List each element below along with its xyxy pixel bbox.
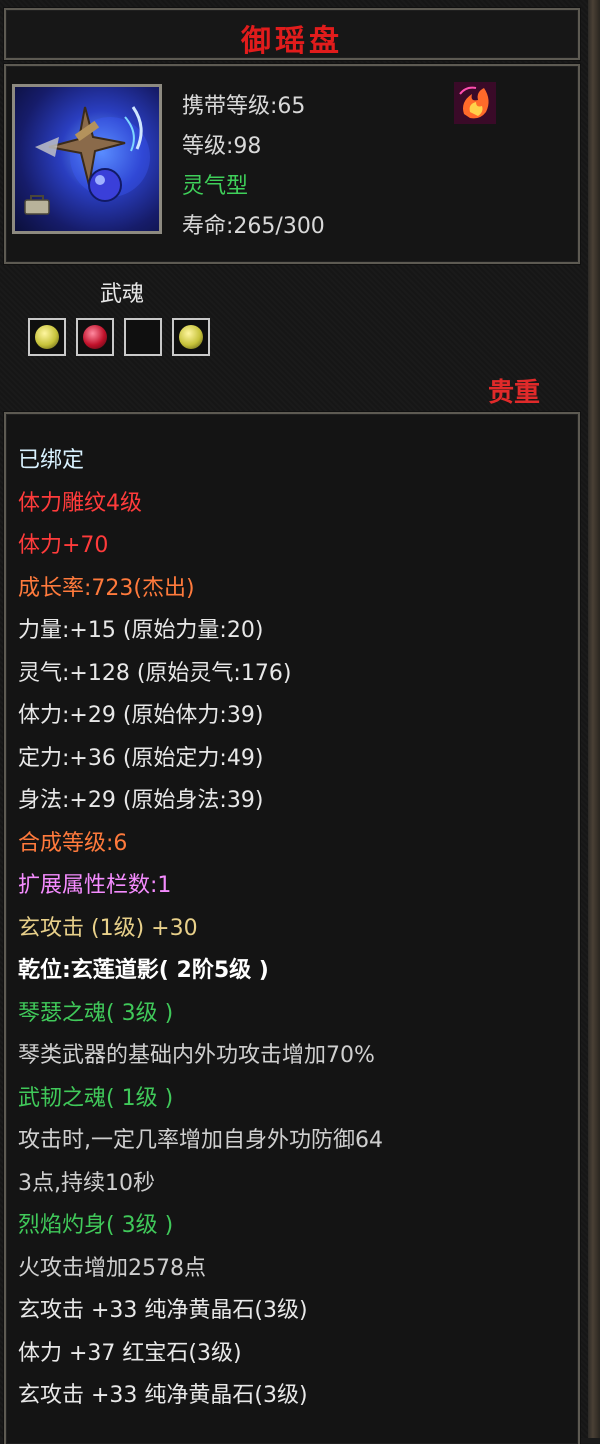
gem-slot-3[interactable]	[124, 318, 162, 356]
rarity-label: 贵重	[487, 378, 540, 408]
attribute-line: 扩展属性栏数:1	[18, 873, 172, 898]
attribute-line: 烈焰灼身( 3级 )	[18, 1213, 174, 1238]
red-gem-icon	[83, 325, 107, 349]
gem-slot-2[interactable]	[76, 318, 114, 356]
item-name: 御瑶盘	[241, 24, 343, 59]
attribute-line: 玄攻击 (1级) +30	[18, 915, 198, 941]
attribute-line: 体力雕纹4级	[18, 490, 142, 516]
attribute-line: 力量:+15 (原始力量:20)	[18, 618, 264, 643]
attribute-line: 体力:+29 (原始体力:39)	[18, 703, 264, 728]
soul-label: 武魂	[100, 282, 145, 307]
attribute-line: 身法:+29 (原始身法:39)	[18, 788, 264, 813]
attribute-line: 琴瑟之魂( 3级 )	[18, 1000, 174, 1026]
item-type: 灵气型	[182, 174, 249, 199]
attribute-line: 合成等级:6	[18, 830, 128, 856]
bound-lock-icon	[24, 195, 50, 215]
attribute-line: 3点,持续10秒	[18, 1170, 155, 1196]
attribute-line: 武韧之魂( 1级 )	[18, 1085, 174, 1111]
attribute-line: 攻击时,一定几率增加自身外功防御64	[18, 1128, 383, 1153]
attribute-line: 定力:+36 (原始定力:49)	[18, 745, 264, 771]
attribute-line: 玄攻击 +33 纯净黄晶石(3级)	[18, 1298, 308, 1323]
yellow-gem-icon	[179, 325, 203, 349]
gem-slot-1[interactable]	[28, 318, 66, 356]
carry-level: 携带等级:65	[182, 94, 306, 119]
attribute-line: 体力 +37 红宝石(3级)	[18, 1340, 242, 1366]
attribute-line: 成长率:723(杰出)	[18, 575, 195, 601]
item-tooltip: 御瑶盘 携带等级:65 等级:98 灵气型 寿命:265/300 武魂 贵重 已…	[0, 0, 588, 1444]
attribute-line: 玄攻击 +33 纯净黄晶石(3级)	[18, 1383, 308, 1408]
gem-slot-4[interactable]	[172, 318, 210, 356]
weapon-disk-icon[interactable]	[12, 84, 162, 234]
attribute-list: 已绑定体力雕纹4级 体力+70 成长率:723(杰出) 力量:+15 (原始力量:20…	[18, 440, 578, 1418]
title-bar: 御瑶盘	[4, 8, 580, 60]
attribute-line: 灵气:+128 (原始灵气:176)	[18, 660, 292, 686]
yellow-gem-icon	[35, 325, 59, 349]
spirit-flame-icon[interactable]	[452, 80, 498, 126]
attribute-line: 乾位:玄莲道影( 2阶5级 )	[18, 958, 269, 983]
attribute-line: 火攻击增加2578点	[18, 1255, 206, 1281]
item-lifespan: 寿命:265/300	[182, 214, 325, 239]
attribute-line: 琴类武器的基础内外功攻击增加70%	[18, 1043, 375, 1068]
background-window-edge	[588, 0, 600, 1438]
attribute-line: 体力+70	[18, 533, 109, 558]
attribute-line: 已绑定	[18, 448, 85, 473]
item-level: 等级:98	[182, 134, 262, 159]
